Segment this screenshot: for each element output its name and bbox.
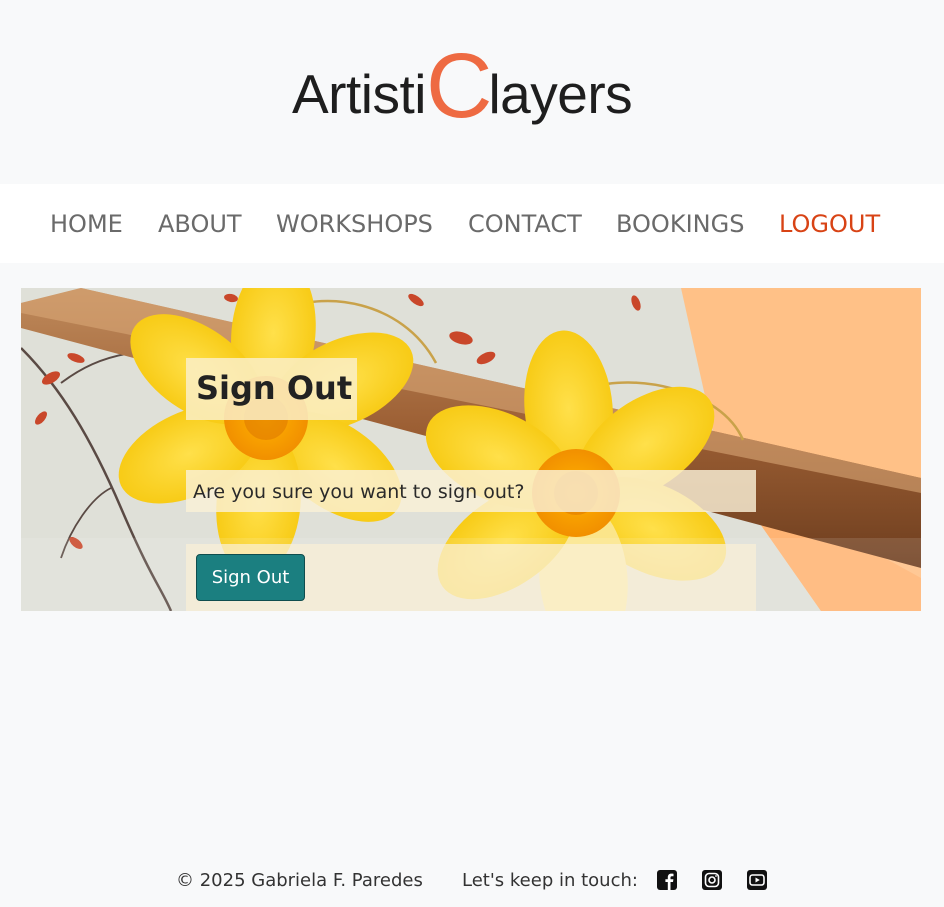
keep-in-touch-label: Let's keep in touch: (462, 870, 638, 891)
instagram-icon[interactable] (702, 870, 722, 890)
logo-text-start: Artisti (292, 63, 427, 125)
signout-hero: Sign Out Are you sure you want to sign o… (21, 288, 921, 611)
signout-message-box: Are you sure you want to sign out? (186, 470, 756, 512)
sign-out-button[interactable]: Sign Out (196, 554, 305, 601)
youtube-icon[interactable] (747, 870, 767, 890)
nav-item-bookings[interactable]: BOOKINGS (616, 210, 744, 238)
copyright-text: © 2025 Gabriela F. Paredes (176, 870, 423, 891)
nav-item-logout[interactable]: LOGOUT (779, 210, 880, 238)
nav-list: HOME ABOUT WORKSHOPS CONTACT BOOKINGS LO… (0, 184, 944, 263)
site-footer: © 2025 Gabriela F. Paredes Let's keep in… (0, 866, 944, 896)
site-logo[interactable]: ArtistiClayers (292, 35, 633, 137)
nav-item-home[interactable]: HOME (50, 210, 123, 238)
nav-item-about[interactable]: ABOUT (158, 210, 242, 238)
page-title: Sign Out (196, 369, 353, 407)
signout-title-box: Sign Out (186, 358, 357, 420)
facebook-icon[interactable] (657, 870, 677, 890)
signout-form: Sign Out (186, 544, 756, 611)
logo-text-accent: C (426, 35, 492, 137)
main-navbar: HOME ABOUT WORKSHOPS CONTACT BOOKINGS LO… (0, 184, 944, 263)
logo-text-end: layers (488, 63, 633, 125)
nav-item-contact[interactable]: CONTACT (468, 210, 582, 238)
signout-confirmation-text: Are you sure you want to sign out? (193, 481, 525, 503)
nav-item-workshops[interactable]: WORKSHOPS (276, 210, 433, 238)
page: ArtistiClayers HOME ABOUT WORKSHOPS CONT… (0, 0, 944, 907)
